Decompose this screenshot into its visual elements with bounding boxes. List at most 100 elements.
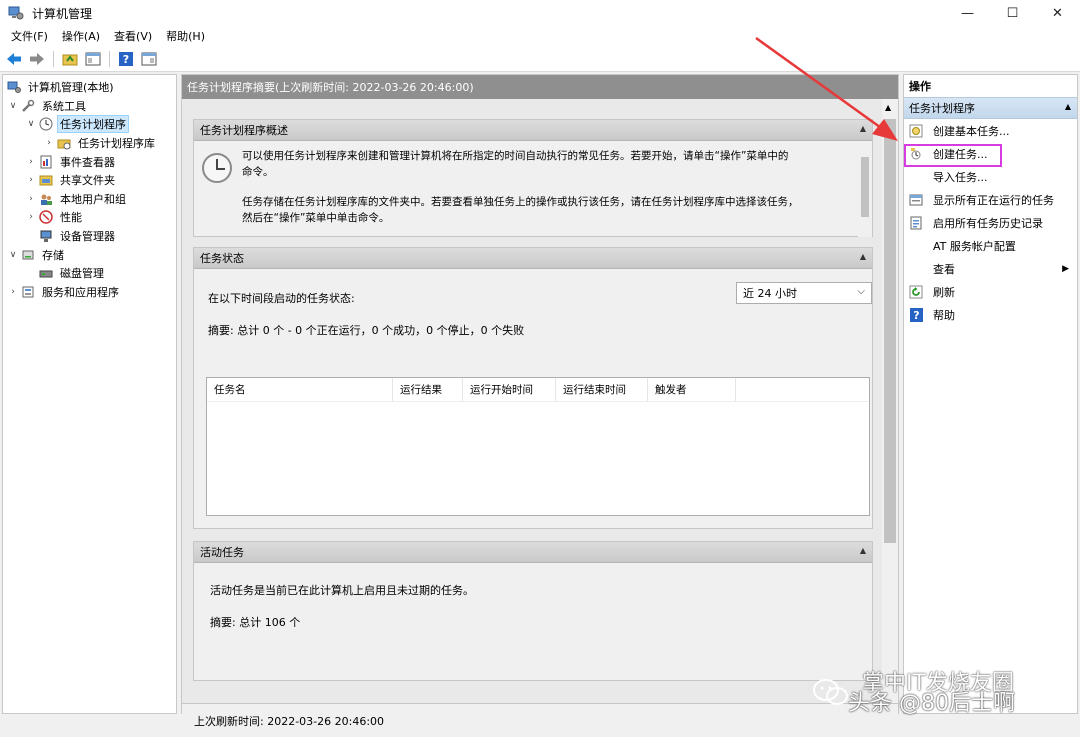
menu-file[interactable]: 文件(F) xyxy=(4,28,55,44)
folder-icon xyxy=(57,136,71,150)
tree-item-disk-management[interactable]: 磁盘管理 xyxy=(3,264,176,283)
menu-bar: 文件(F) 操作(A) 查看(V) 帮助(H) xyxy=(0,26,1080,46)
running-tasks-icon xyxy=(908,192,924,208)
actions-title: 操作 xyxy=(909,80,931,93)
users-icon xyxy=(39,192,53,206)
disk-icon xyxy=(39,266,53,280)
scrollbar-thumb[interactable] xyxy=(861,157,869,217)
action-at-service-account[interactable]: AT 服务帐户配置 xyxy=(904,234,1077,257)
storage-icon xyxy=(21,248,35,262)
action-import-task[interactable]: 导入任务... xyxy=(904,165,1077,188)
overview-paragraph-1: 可以使用任务计划程序来创建和管理计算机将在所指定的时间自动执行的常见任务。若要开… xyxy=(242,150,789,178)
task-status-section: 任务状态 ▲ 在以下时间段启动的任务状态: 近 24 小时 ⌵ 摘要: 总计 0… xyxy=(193,247,873,529)
minimize-button[interactable]: — xyxy=(945,0,990,26)
submenu-arrow-icon: ▶ xyxy=(1062,263,1069,274)
tree-item-computer-management[interactable]: 计算机管理(本地) xyxy=(3,78,176,97)
collapse-icon[interactable]: ▲ xyxy=(860,252,866,261)
column-header-run-end[interactable]: 运行结束时间 xyxy=(556,378,648,401)
toolbar-separator xyxy=(53,50,54,67)
expander-icon[interactable]: › xyxy=(43,138,55,148)
maximize-button[interactable]: ☐ xyxy=(990,0,1035,26)
tree-item-services-applications[interactable]: › 服务和应用程序 xyxy=(3,283,176,302)
active-tasks-section-header[interactable]: 活动任务 ▲ xyxy=(194,542,872,563)
scrollbar-thumb[interactable] xyxy=(884,119,896,543)
show-hide-tree-icon[interactable] xyxy=(83,49,103,69)
action-create-basic-task[interactable]: 创建基本任务... xyxy=(904,119,1077,142)
tree-item-local-users-groups[interactable]: › 本地用户和组 xyxy=(3,190,176,209)
last-refresh-text: 上次刷新时间: 2022-03-26 20:46:00 xyxy=(194,714,385,728)
clock-icon xyxy=(39,117,53,131)
tree-item-task-scheduler-library[interactable]: › 任务计划程序库 xyxy=(3,134,176,153)
chevron-down-icon: ⌵ xyxy=(857,286,865,297)
period-select-value: 近 24 小时 xyxy=(743,287,797,300)
forward-arrow-icon[interactable] xyxy=(27,49,47,69)
device-manager-icon xyxy=(39,229,53,243)
actions-panel: 操作 任务计划程序 ▲ 创建基本任务... 创建任务... 导入任务... 显示… xyxy=(903,74,1078,714)
active-tasks-summary: 摘要: 总计 106 个 xyxy=(210,616,301,629)
task-scheduler-clock-icon xyxy=(202,153,232,183)
overview-section-header[interactable]: 任务计划程序概述 ▲ xyxy=(194,120,872,141)
active-tasks-description: 活动任务是当前已在此计算机上启用且未过期的任务。 xyxy=(210,584,474,597)
task-status-grid[interactable]: 任务名 运行结果 运行开始时间 运行结束时间 触发者 xyxy=(206,377,870,516)
tools-icon xyxy=(21,99,35,113)
performance-icon xyxy=(39,210,53,225)
expander-icon[interactable]: ∨ xyxy=(7,101,19,111)
action-help[interactable]: ? 帮助 xyxy=(904,303,1077,326)
expander-icon[interactable]: ∨ xyxy=(7,250,19,260)
menu-help[interactable]: 帮助(H) xyxy=(159,28,212,44)
expander-icon[interactable]: › xyxy=(25,157,37,167)
shared-folder-icon xyxy=(39,173,53,187)
menu-view[interactable]: 查看(V) xyxy=(107,28,159,44)
tree-item-task-scheduler[interactable]: ∨ 任务计划程序 xyxy=(3,115,176,134)
collapse-icon[interactable]: ▲ xyxy=(860,546,866,555)
tree-item-event-viewer[interactable]: › 事件查看器 xyxy=(3,152,176,171)
back-arrow-icon[interactable] xyxy=(4,49,24,69)
action-view[interactable]: 查看 ▶ xyxy=(904,257,1077,280)
close-button[interactable]: ✕ xyxy=(1035,0,1080,26)
basic-task-icon xyxy=(908,123,924,139)
tree-item-system-tools[interactable]: ∨ 系统工具 xyxy=(3,97,176,116)
period-select[interactable]: 近 24 小时 ⌵ xyxy=(736,282,872,304)
status-summary: 摘要: 总计 0 个 - 0 个正在运行，0 个成功，0 个停止，0 个失败 xyxy=(208,324,525,337)
overview-scrollbar[interactable] xyxy=(858,141,872,237)
period-label: 在以下时间段启动的任务状态: xyxy=(208,292,355,305)
services-icon xyxy=(21,285,35,299)
action-enable-history[interactable]: 启用所有任务历史记录 xyxy=(904,211,1077,234)
collapse-icon[interactable]: ▲ xyxy=(860,124,866,133)
tree-item-device-manager[interactable]: 设备管理器 xyxy=(3,227,176,246)
active-tasks-section-title: 活动任务 xyxy=(200,546,244,559)
column-header-run-result[interactable]: 运行结果 xyxy=(393,378,463,401)
grid-header: 任务名 运行结果 运行开始时间 运行结束时间 触发者 xyxy=(207,378,869,402)
menu-action[interactable]: 操作(A) xyxy=(55,28,107,44)
help-icon[interactable]: ? xyxy=(116,49,136,69)
task-status-section-header[interactable]: 任务状态 ▲ xyxy=(194,248,872,269)
task-status-section-title: 任务状态 xyxy=(200,252,244,265)
title-bar: 计算机管理 — ☐ ✕ xyxy=(0,0,1080,26)
event-viewer-icon xyxy=(39,155,53,169)
center-scrollbar[interactable]: ▲ xyxy=(882,99,898,703)
expander-icon[interactable]: › xyxy=(7,287,19,297)
up-folder-icon[interactable] xyxy=(60,49,80,69)
overview-section: 任务计划程序概述 ▲ 可以使用任务计划程序来创建和管理计算机将在所指定的时间自动… xyxy=(193,119,873,237)
collapse-icon[interactable]: ▲ xyxy=(1065,102,1071,111)
scroll-up-icon[interactable]: ▲ xyxy=(885,103,891,112)
show-hide-action-pane-icon[interactable] xyxy=(139,49,159,69)
expander-icon[interactable]: › xyxy=(25,194,37,204)
expander-icon[interactable]: ∨ xyxy=(25,119,37,129)
history-icon xyxy=(908,215,924,231)
column-header-task-name[interactable]: 任务名 xyxy=(207,378,393,401)
expander-icon[interactable]: › xyxy=(25,212,37,222)
column-header-run-start[interactable]: 运行开始时间 xyxy=(463,378,556,401)
action-show-running-tasks[interactable]: 显示所有正在运行的任务 xyxy=(904,188,1077,211)
watermark: 掌中IT发烧友圈 头条 @80后士啊 xyxy=(800,668,1070,726)
highlight-box xyxy=(904,144,1002,167)
action-refresh[interactable]: 刷新 xyxy=(904,280,1077,303)
tree-item-storage[interactable]: ∨ 存储 xyxy=(3,245,176,264)
toolbar: ? xyxy=(0,46,1080,72)
expander-icon[interactable]: › xyxy=(25,175,37,185)
actions-group-header[interactable]: 任务计划程序 ▲ xyxy=(904,97,1077,119)
tree-item-shared-folders[interactable]: › 共享文件夹 xyxy=(3,171,176,190)
column-header-trigger[interactable]: 触发者 xyxy=(648,378,736,401)
last-refresh-bar: 上次刷新时间: 2022-03-26 20:46:00 xyxy=(182,703,898,737)
tree-item-performance[interactable]: › 性能 xyxy=(3,208,176,227)
